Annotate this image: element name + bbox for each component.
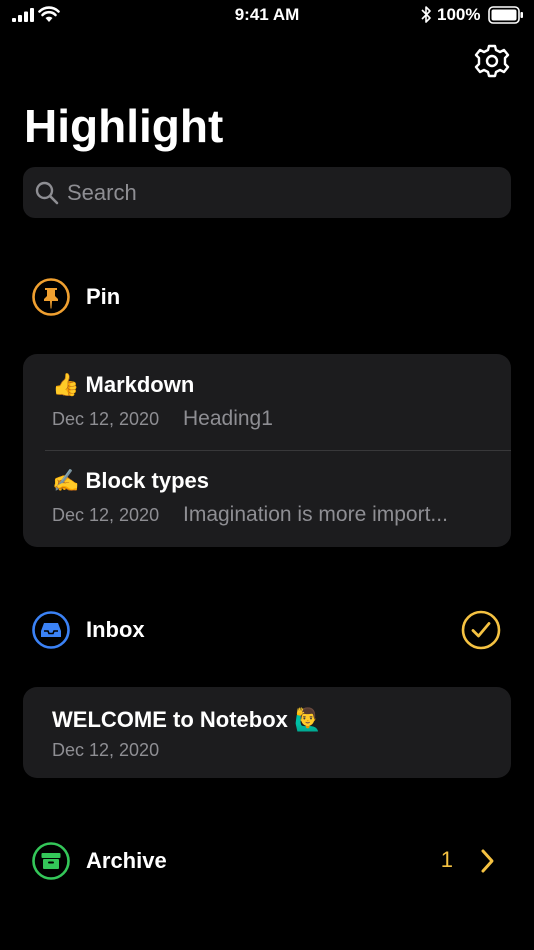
search-input[interactable] [67, 167, 487, 218]
note-item[interactable]: WELCOME to Notebox 🙋‍♂️ Dec 12, 2020 [23, 687, 511, 778]
note-title: WELCOME to Notebox 🙋‍♂️ [52, 707, 322, 732]
section-inbox-header[interactable]: Inbox [31, 610, 501, 650]
note-date: Dec 12, 2020 [52, 740, 160, 760]
section-archive-label: Archive [86, 848, 167, 873]
chevron-right-icon[interactable] [471, 841, 501, 881]
archive-count: 1 [440, 847, 453, 872]
settings-button[interactable] [474, 43, 510, 79]
note-preview: Imagination is more import... [183, 503, 448, 526]
pin-notes-card: 👍 Markdown Dec 12, 2020 Heading1 ✍️ Bloc… [23, 354, 511, 547]
page-title: Highlight [24, 100, 224, 152]
archive-box-icon [32, 842, 70, 880]
battery-percent: 100% [437, 5, 481, 24]
note-item[interactable]: 👍 Markdown Dec 12, 2020 Heading1 [23, 354, 511, 450]
battery-icon [488, 6, 523, 24]
inbox-tray-icon [32, 611, 70, 649]
section-archive-header[interactable]: Archive 1 [31, 841, 501, 881]
bluetooth-icon [421, 6, 431, 23]
section-pin-label: Pin [86, 284, 121, 309]
search-icon [35, 181, 59, 205]
section-inbox-label: Inbox [86, 617, 145, 642]
pin-icon [32, 278, 70, 316]
note-preview: Heading1 [183, 407, 273, 430]
search-bar[interactable] [23, 167, 511, 218]
section-pin-header[interactable]: Pin [31, 277, 501, 317]
note-title: 👍 Markdown [52, 372, 195, 397]
note-date: Dec 12, 2020 [52, 505, 160, 525]
note-item[interactable]: ✍️ Block types Dec 12, 2020 Imagination … [23, 450, 511, 547]
checkmark-circle-icon[interactable] [461, 610, 501, 650]
inbox-notes-card: WELCOME to Notebox 🙋‍♂️ Dec 12, 2020 [23, 687, 511, 778]
note-date: Dec 12, 2020 [52, 409, 160, 429]
gear-icon [474, 44, 510, 78]
note-title: ✍️ Block types [52, 468, 209, 493]
status-bar: 9:41 AM 100% [0, 0, 534, 30]
